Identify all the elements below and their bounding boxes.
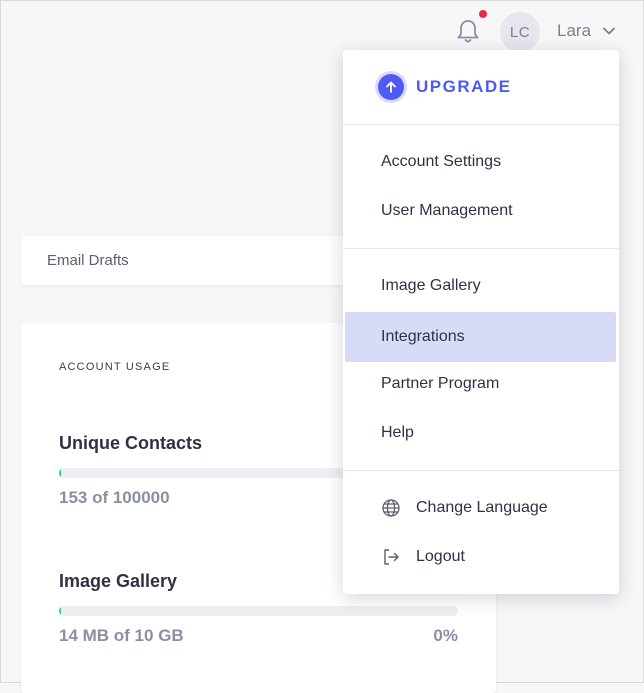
menu-item-label: Image Gallery xyxy=(381,277,481,294)
logout-icon xyxy=(384,549,399,565)
metric-value-image-gallery: 14 MB of 10 GB xyxy=(59,626,184,645)
menu-divider xyxy=(343,124,619,125)
menu-item-integrations[interactable]: Integrations xyxy=(345,312,616,362)
menu-item-label: User Management xyxy=(381,202,513,219)
menu-item-user-management[interactable]: User Management xyxy=(345,186,616,236)
progress-fill-unique-contacts xyxy=(59,468,61,478)
upgrade-button[interactable]: UPGRADE xyxy=(343,50,619,124)
menu-item-label: Help xyxy=(381,424,414,441)
menu-item-label: Account Settings xyxy=(381,153,502,170)
menu-item-logout[interactable]: Logout xyxy=(345,532,616,582)
menu-item-partner-program[interactable]: Partner Program xyxy=(345,359,616,409)
avatar[interactable]: LC xyxy=(500,12,540,52)
menu-item-change-language[interactable]: Change Language xyxy=(345,483,616,533)
menu-item-help[interactable]: Help xyxy=(345,408,616,458)
menu-item-account-settings[interactable]: Account Settings xyxy=(345,137,616,187)
avatar-initials: LC xyxy=(509,23,531,41)
menu-item-label: Change Language xyxy=(416,499,548,516)
metric-name-image-gallery: Image Gallery xyxy=(59,571,178,591)
upgrade-label: UPGRADE xyxy=(416,77,512,96)
arrow-up-icon xyxy=(378,74,404,100)
menu-divider xyxy=(343,248,619,249)
user-dropdown-menu: UPGRADE Account Settings User Management… xyxy=(343,50,619,594)
metric-name-unique-contacts: Unique Contacts xyxy=(59,433,203,453)
email-drafts-label: Email Drafts xyxy=(47,252,129,269)
progress-bar-image-gallery xyxy=(59,606,458,616)
menu-divider xyxy=(343,470,619,471)
menu-item-image-gallery[interactable]: Image Gallery xyxy=(345,261,616,311)
account-usage-title: ACCOUNT USAGE xyxy=(59,361,171,373)
menu-item-label: Partner Program xyxy=(381,375,500,392)
notification-dot xyxy=(479,10,487,18)
chevron-down-icon[interactable] xyxy=(602,24,616,38)
user-menu-name[interactable]: Lara xyxy=(557,21,591,41)
email-drafts-card[interactable]: Email Drafts xyxy=(21,236,351,285)
globe-icon xyxy=(382,499,400,517)
menu-item-label: Integrations xyxy=(381,328,465,345)
bell-icon[interactable] xyxy=(455,17,481,45)
progress-fill-image-gallery xyxy=(59,606,61,616)
metric-percent-image-gallery: 0% xyxy=(433,626,458,645)
menu-item-label: Logout xyxy=(416,548,465,565)
metric-value-unique-contacts: 153 of 100000 xyxy=(59,488,170,507)
